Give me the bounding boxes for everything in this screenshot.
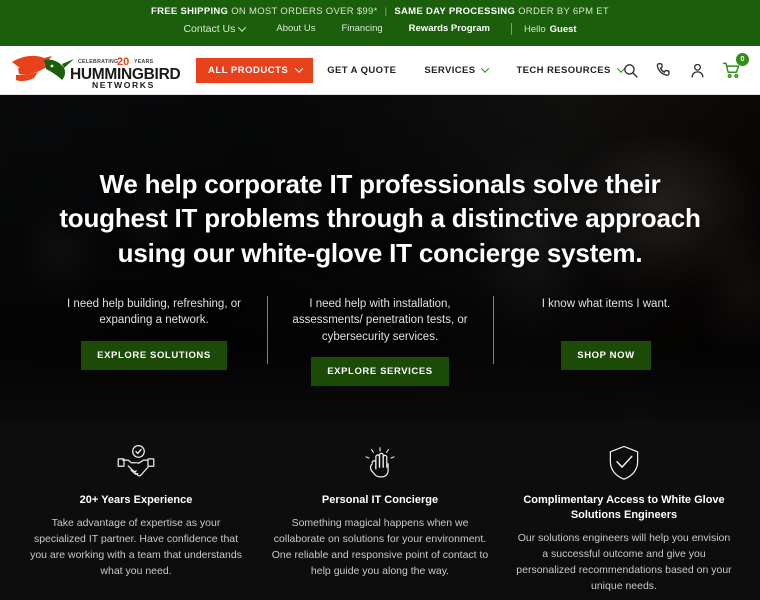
- contact-us-label: Contact Us: [183, 22, 236, 35]
- logo-brand-line-2: NETWORKS: [92, 80, 155, 90]
- rewards-program-link[interactable]: Rewards Program: [396, 24, 503, 34]
- hero-section: We help corporate IT professionals solve…: [0, 95, 760, 420]
- nav-tech-resources-label: TECH RESOURCES: [516, 64, 611, 76]
- promo-separator: |: [384, 6, 388, 17]
- phone-button[interactable]: [655, 61, 673, 79]
- feature-title: Personal IT Concierge: [321, 494, 439, 506]
- feature-white-glove-engineers: Complimentary Access to White Glove Solu…: [502, 442, 746, 595]
- contact-us-menu[interactable]: Contact Us: [183, 22, 263, 35]
- promo-same-day-label: SAME DAY PROCESSING: [394, 6, 516, 17]
- shield-check-icon: [609, 445, 639, 480]
- promo-banner: FREE SHIPPING ON MOST ORDERS OVER $99* | S…: [0, 0, 760, 17]
- promo-free-shipping-text: ON MOST ORDERS OVER $99*: [228, 6, 378, 17]
- hero-cta-group: I need help building, refreshing, or exp…: [0, 295, 760, 386]
- utility-divider: [510, 23, 512, 35]
- main-navbar: CELEBRATING 20 YEARS HUMMINGBIRD NETWORK…: [0, 46, 760, 95]
- explore-solutions-button[interactable]: EXPLORE SOLUTIONS: [81, 340, 227, 370]
- nav-get-a-quote[interactable]: GET A QUOTE: [313, 65, 410, 76]
- account-greeting: Hello Guest: [520, 24, 577, 35]
- all-products-button[interactable]: ALL PRODUCTS: [196, 57, 314, 83]
- logo-badge-suffix: YEARS: [134, 59, 154, 65]
- feature-icon-wrap: [26, 442, 246, 484]
- feature-body: Our solutions engineers will help you en…: [516, 531, 732, 592]
- promo-same-day-text: ORDER BY 6PM ET: [515, 6, 610, 17]
- magic-hands-icon: [365, 447, 395, 478]
- hero-cta-services: I need help with installation, assessmen…: [267, 295, 493, 386]
- hero-headline: We help corporate IT professionals solve…: [59, 169, 701, 268]
- nav-tech-resources[interactable]: TECH RESOURCES: [502, 64, 637, 76]
- hero-cta-solutions: I need help building, refreshing, or exp…: [41, 296, 267, 370]
- hero-cta-shop-text: I know what items I want.: [541, 297, 671, 310]
- nav-get-a-quote-label: GET A QUOTE: [327, 64, 397, 76]
- account-button[interactable]: [689, 62, 706, 79]
- cart-button[interactable]: 0: [722, 52, 749, 80]
- greeting-user: Guest: [549, 23, 577, 35]
- site-logo[interactable]: CELEBRATING 20 YEARS HUMMINGBIRD NETWORK…: [0, 50, 190, 90]
- all-products-label: ALL PRODUCTS: [208, 64, 289, 76]
- feature-body: Something magical happens when we collab…: [271, 516, 489, 577]
- search-icon: [624, 63, 638, 78]
- explore-services-button[interactable]: EXPLORE SERVICES: [311, 356, 449, 386]
- chevron-down-icon: [238, 23, 247, 32]
- feature-title: 20+ Years Experience: [79, 494, 193, 506]
- primary-navigation: ALL PRODUCTS GET A QUOTE SERVICES TECH R…: [196, 57, 638, 83]
- utility-links: Contact Us About Us Financing Rewards Pr…: [0, 23, 760, 35]
- hero-cta-services-text: I need help with installation, assessmen…: [292, 297, 468, 343]
- hero-cta-solutions-text: I need help building, refreshing, or exp…: [67, 297, 241, 327]
- feature-years-experience: 20+ Years Experience Take advantage of e…: [14, 442, 258, 595]
- search-button[interactable]: [622, 62, 639, 79]
- feature-body: Take advantage of expertise as your spec…: [30, 516, 242, 577]
- hero-content: We help corporate IT professionals solve…: [0, 95, 760, 386]
- utility-topbar: FREE SHIPPING ON MOST ORDERS OVER $99* | S…: [0, 0, 760, 46]
- financing-link[interactable]: Financing: [328, 24, 395, 34]
- promo-free-shipping-label: FREE SHIPPING: [150, 6, 229, 17]
- navbar-actions: 0: [622, 46, 749, 94]
- greeting-label: Hello: [523, 23, 546, 35]
- feature-icon-wrap: [270, 442, 490, 484]
- features-section: 20+ Years Experience Take advantage of e…: [0, 420, 760, 595]
- hero-cta-shop: I know what items I want. SHOP NOW: [493, 295, 719, 370]
- shop-now-button[interactable]: SHOP NOW: [561, 340, 651, 370]
- about-us-link[interactable]: About Us: [263, 24, 328, 34]
- cart-count-badge: 0: [736, 52, 749, 66]
- handshake-check-icon: [117, 445, 155, 477]
- feature-personal-concierge: Personal IT Concierge Something magical …: [258, 442, 502, 595]
- feature-title: Complimentary Access to White Glove Solu…: [523, 494, 725, 521]
- logo-badge-prefix: CELEBRATING: [78, 59, 118, 65]
- feature-icon-wrap: [514, 442, 734, 484]
- nav-services-label: SERVICES: [424, 64, 476, 76]
- phone-icon: [656, 62, 670, 76]
- chevron-down-icon: [481, 64, 490, 73]
- chevron-down-icon: [295, 64, 304, 73]
- nav-services[interactable]: SERVICES: [410, 64, 502, 76]
- hummingbird-networks-logo: CELEBRATING 20 YEARS HUMMINGBIRD NETWORK…: [12, 55, 181, 90]
- account-icon: [691, 63, 704, 78]
